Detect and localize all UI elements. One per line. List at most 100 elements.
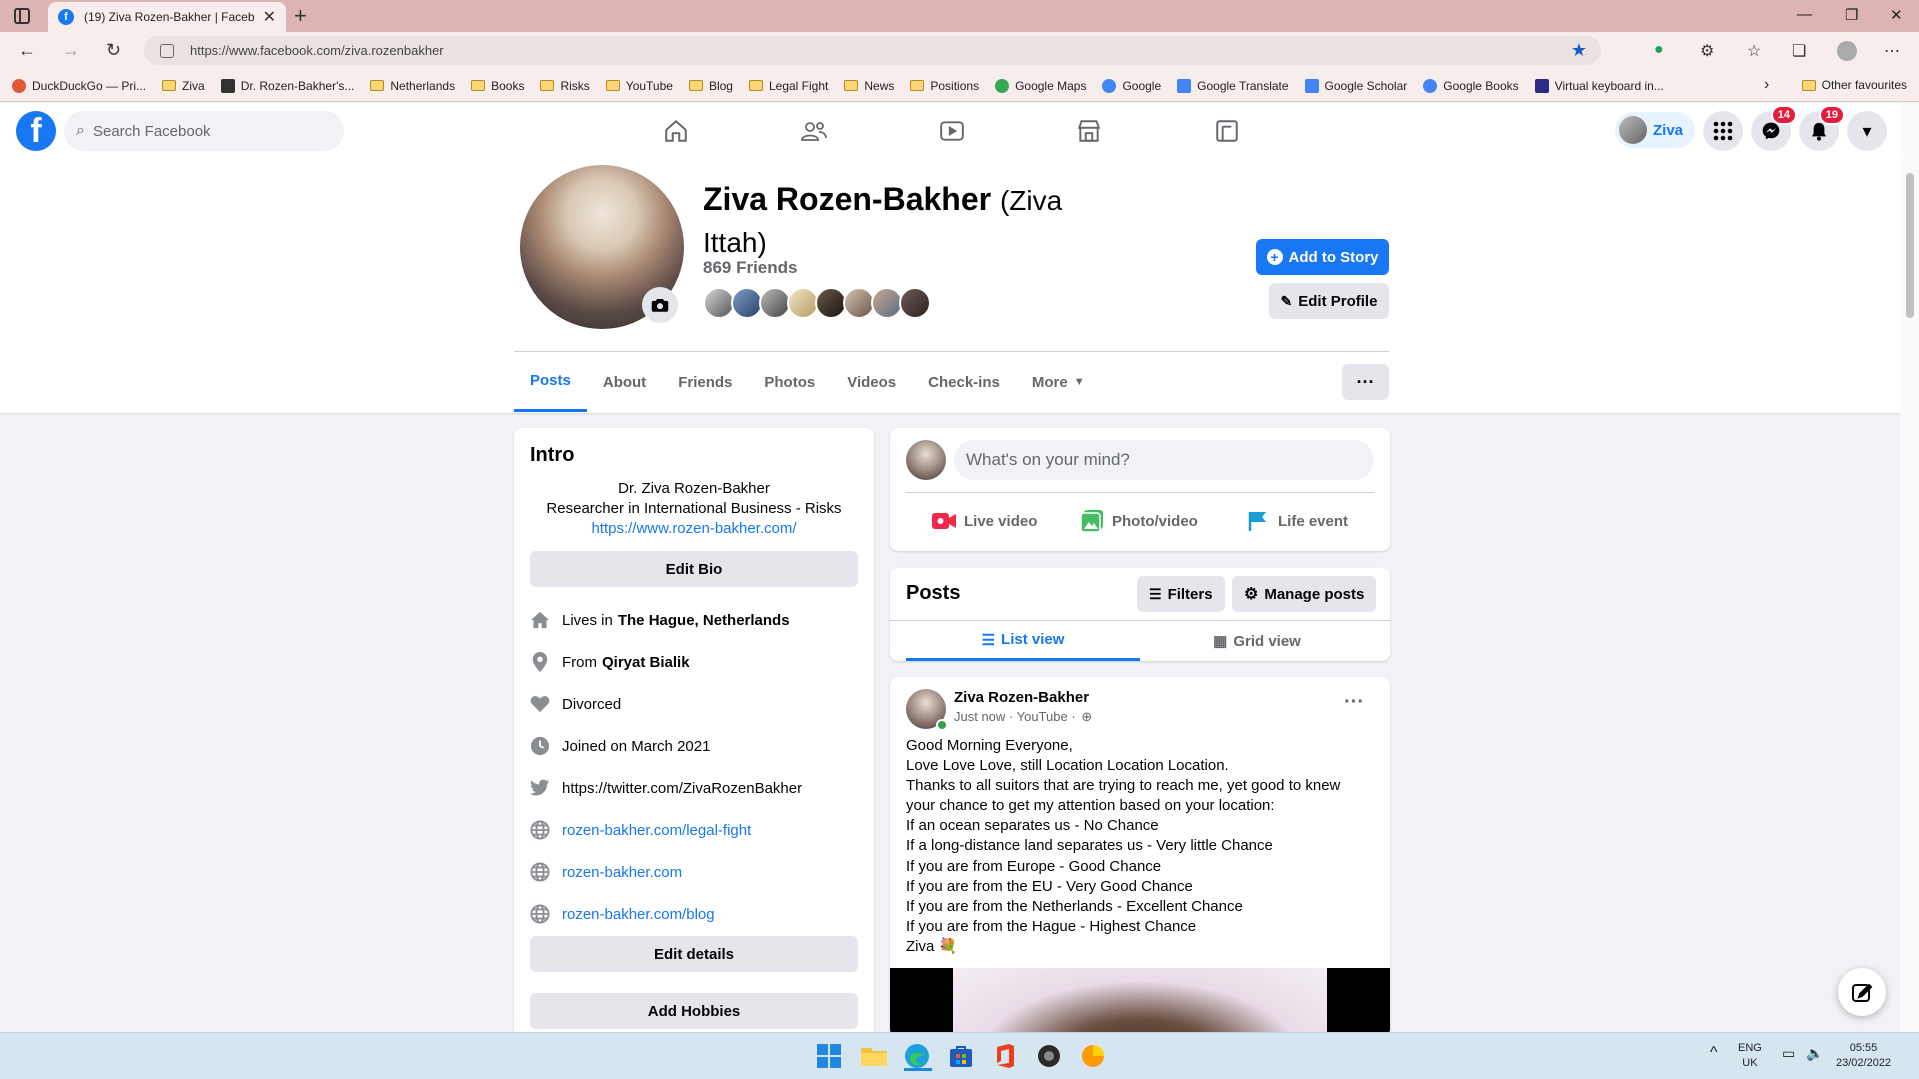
menu-grid-icon[interactable] [1703,111,1743,151]
search-input[interactable]: ⌕ Search Facebook [64,111,344,151]
privacy-globe-icon[interactable]: ⊕ [1081,709,1092,724]
network-icon[interactable]: ▭ [1782,1046,1795,1061]
bookmark-google-scholar[interactable]: Google Scholar [1304,78,1407,93]
office-icon[interactable] [992,1043,1020,1071]
bookmark-folder[interactable]: Netherlands [370,79,455,93]
refresh-icon[interactable]: ↻ [106,40,121,61]
account-dropdown-icon[interactable]: ▾ [1847,111,1887,151]
store-icon[interactable] [948,1043,976,1071]
tab-check-ins[interactable]: Check-ins [912,352,1016,412]
avatar [1619,116,1647,144]
tab-photos[interactable]: Photos [748,352,831,412]
new-message-button[interactable] [1838,968,1886,1016]
bookmark-folder[interactable]: Positions [910,79,979,93]
marketplace-icon[interactable] [1071,115,1107,147]
bookmark-folder[interactable]: Risks [540,79,590,93]
avatar[interactable] [906,440,946,480]
language-indicator[interactable]: ENG UK [1738,1041,1762,1071]
close-tab-icon[interactable]: ✕ [263,7,276,27]
bookmark-duckduckgo[interactable]: DuckDuckGo — Pri... [12,78,146,93]
back-icon[interactable]: ← [18,40,36,61]
status-input[interactable]: What's on your mind? [954,440,1374,480]
edge-icon[interactable] [904,1043,932,1071]
bookmark-google-maps[interactable]: Google Maps [995,78,1086,93]
life-event-button[interactable]: Life event [1246,501,1348,541]
clock[interactable]: 05:55 23/02/2022 [1836,1041,1891,1071]
show-desktop-button[interactable] [1902,1041,1912,1071]
post-text: Good Morning Everyone, Love Love Love, s… [906,736,1376,957]
post-options-icon[interactable]: ··· [1344,691,1364,714]
scrollbar-thumb[interactable] [1906,173,1914,318]
home-icon[interactable] [658,115,694,147]
bookmark-rozen-bakher[interactable]: Dr. Rozen-Bakher's... [220,78,354,93]
profile-avatar-icon[interactable] [1837,41,1857,61]
avatar[interactable] [899,287,931,319]
tab-videos[interactable]: Videos [831,352,912,412]
bio-link[interactable]: https://www.rozen-bakher.com/ [591,520,796,537]
bookmark-folder[interactable]: Books [471,79,524,93]
messenger-icon[interactable]: 14 [1751,105,1797,151]
bookmark-folder[interactable]: Legal Fight [748,79,828,93]
app-icon[interactable] [1036,1043,1064,1071]
browser-menu-icon[interactable]: ⋯ [1884,41,1900,61]
new-tab-button[interactable]: + [294,3,307,29]
start-icon[interactable] [816,1043,844,1071]
edit-profile-button[interactable]: ✎ Edit Profile [1269,283,1389,319]
tab-friends[interactable]: Friends [662,352,748,412]
file-explorer-icon[interactable] [860,1043,888,1071]
profile-chip[interactable]: Ziva [1615,112,1696,148]
show-hidden-icons-icon[interactable]: ^ [1710,1045,1718,1061]
bookmark-folder[interactable]: Blog [688,79,733,93]
grammarly-icon[interactable]: ● [1654,41,1664,59]
edit-details-button[interactable]: Edit details [530,936,858,972]
watch-icon[interactable] [934,115,970,147]
favorites-icon[interactable]: ☆ [1747,41,1761,61]
address-input[interactable]: https://www.facebook.com/ziva.rozenbakhe… [144,36,1601,65]
tab-posts[interactable]: Posts [514,352,587,412]
bookmark-google-translate[interactable]: Google Translate [1177,78,1289,93]
friends-icon[interactable] [796,115,832,147]
detail-relationship: Divorced [530,692,621,716]
grid-view-tab[interactable]: ▦ Grid view [1140,621,1374,661]
list-view-tab[interactable]: ☰ List view [906,621,1140,661]
bookmark-folder[interactable]: Ziva [162,79,205,93]
close-window-icon[interactable]: ✕ [1890,6,1903,24]
manage-posts-button[interactable]: ⚙ Manage posts [1232,576,1377,612]
extensions-icon[interactable]: ⚙ [1700,41,1714,61]
other-favourites[interactable]: Other favourites [1801,78,1907,92]
tab-more[interactable]: More ▼ [1016,352,1101,412]
add-hobbies-button[interactable]: Add Hobbies [530,993,858,1029]
photo-video-button[interactable]: Photo/video [1080,501,1198,541]
browser-tab[interactable]: f (19) Ziva Rozen-Bakher | Facebook ✕ [48,2,286,32]
bookmark-folder[interactable]: News [844,79,894,93]
chevron-right-icon[interactable]: › [1764,76,1769,94]
post-video-thumbnail[interactable] [890,968,1390,1037]
volume-icon[interactable]: 🔈 [1806,1046,1823,1061]
minimize-icon[interactable]: — [1797,6,1812,23]
post-author[interactable]: Ziva Rozen-Bakher [954,689,1089,706]
forward-icon[interactable]: → [62,40,80,61]
camera-icon[interactable] [642,287,678,323]
bookmark-google[interactable]: Google [1102,78,1161,93]
add-to-story-button[interactable]: + Add to Story [1256,239,1389,275]
gaming-icon[interactable] [1209,115,1245,147]
edit-bio-button[interactable]: Edit Bio [530,551,858,587]
bookmark-folder[interactable]: YouTube [605,79,673,93]
tab-actions-icon[interactable] [14,8,30,24]
bookmark-virtual-keyboard[interactable]: Virtual keyboard in... [1534,78,1664,93]
live-video-button[interactable]: Live video [932,501,1037,541]
collections-icon[interactable]: ❏ [1792,41,1806,61]
favorite-star-icon[interactable]: ★ [1571,40,1587,61]
restore-icon[interactable]: ❐ [1845,6,1858,24]
divider [906,492,1374,493]
notifications-bell-icon[interactable]: 19 [1799,105,1845,151]
app-icon[interactable] [1080,1043,1108,1071]
bookmark-google-books[interactable]: Google Books [1423,78,1519,93]
page-title: Ziva Rozen-Bakher (Ziva Ittah) [703,179,1063,263]
tab-about[interactable]: About [587,352,662,412]
page-scrollbar[interactable] [1900,103,1919,1032]
facebook-logo[interactable]: f [16,111,56,151]
more-options-button[interactable]: ··· [1342,364,1389,400]
friends-count[interactable]: 869 Friends [703,258,798,278]
filters-button[interactable]: ☰ Filters [1137,576,1225,612]
